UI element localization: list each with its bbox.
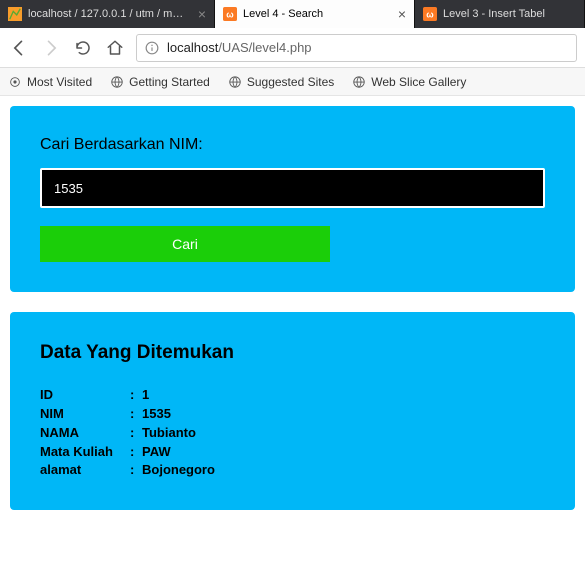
result-row: NIM:1535 [40, 405, 545, 424]
tab-label: Level 4 - Search [243, 8, 392, 20]
result-row: ID:1 [40, 386, 545, 405]
close-icon[interactable]: × [198, 6, 206, 22]
search-button[interactable]: Cari [40, 226, 330, 262]
search-card: Cari Berdasarkan NIM: Cari [10, 106, 575, 292]
browser-tabs: localhost / 127.0.0.1 / utm / m… × ω Lev… [0, 0, 585, 28]
svg-text:ω: ω [426, 10, 434, 20]
result-list: ID:1NIM:1535NAMA:TubiantoMata Kuliah:PAW… [40, 386, 545, 480]
browser-nav: localhost/UAS/level4.php [0, 28, 585, 68]
gear-icon [8, 75, 22, 89]
close-icon[interactable]: × [398, 6, 406, 22]
bookmark-label: Suggested Sites [247, 75, 334, 89]
url-text: localhost/UAS/level4.php [167, 40, 312, 55]
forward-button [40, 37, 62, 59]
search-label: Cari Berdasarkan NIM: [40, 136, 545, 154]
nim-input[interactable] [40, 168, 545, 208]
browser-tab[interactable]: localhost / 127.0.0.1 / utm / m… × [0, 0, 215, 28]
result-val: 1535 [142, 405, 171, 424]
tab-label: Level 3 - Insert Tabel [443, 8, 576, 20]
bookmark-label: Web Slice Gallery [371, 75, 466, 89]
result-row: NAMA:Tubianto [40, 424, 545, 443]
result-row: alamat:Bojonegoro [40, 461, 545, 480]
bookmark-item[interactable]: Suggested Sites [228, 75, 334, 89]
result-sep: : [130, 443, 142, 462]
result-key: alamat [40, 461, 130, 480]
globe-icon [110, 75, 124, 89]
phpmyadmin-icon [8, 7, 22, 21]
result-val: Tubianto [142, 424, 196, 443]
result-val: PAW [142, 443, 171, 462]
page-info-icon[interactable] [145, 41, 159, 55]
result-sep: : [130, 405, 142, 424]
result-key: ID [40, 386, 130, 405]
url-bar[interactable]: localhost/UAS/level4.php [136, 34, 577, 62]
result-key: NAMA [40, 424, 130, 443]
reload-button[interactable] [72, 37, 94, 59]
back-button[interactable] [8, 37, 30, 59]
xampp-icon: ω [423, 7, 437, 21]
xampp-icon: ω [223, 7, 237, 21]
result-sep: : [130, 424, 142, 443]
bookmark-item[interactable]: Web Slice Gallery [352, 75, 466, 89]
result-heading: Data Yang Ditemukan [40, 342, 545, 364]
bookmark-label: Getting Started [129, 75, 210, 89]
svg-text:ω: ω [226, 10, 234, 20]
browser-tab[interactable]: ω Level 4 - Search × [215, 0, 415, 28]
result-card: Data Yang Ditemukan ID:1NIM:1535NAMA:Tub… [10, 312, 575, 510]
result-val: Bojonegoro [142, 461, 215, 480]
bookmark-item[interactable]: Most Visited [8, 75, 92, 89]
globe-icon [352, 75, 366, 89]
bookmark-item[interactable]: Getting Started [110, 75, 210, 89]
bookmark-label: Most Visited [27, 75, 92, 89]
bookmarks-bar: Most Visited Getting Started Suggested S… [0, 68, 585, 96]
home-button[interactable] [104, 37, 126, 59]
result-row: Mata Kuliah:PAW [40, 443, 545, 462]
browser-tab[interactable]: ω Level 3 - Insert Tabel [415, 0, 585, 28]
page-content: Cari Berdasarkan NIM: Cari Data Yang Dit… [0, 96, 585, 540]
globe-icon [228, 75, 242, 89]
result-key: NIM [40, 405, 130, 424]
result-key: Mata Kuliah [40, 443, 130, 462]
result-sep: : [130, 386, 142, 405]
result-val: 1 [142, 386, 149, 405]
result-sep: : [130, 461, 142, 480]
tab-label: localhost / 127.0.0.1 / utm / m… [28, 8, 192, 20]
